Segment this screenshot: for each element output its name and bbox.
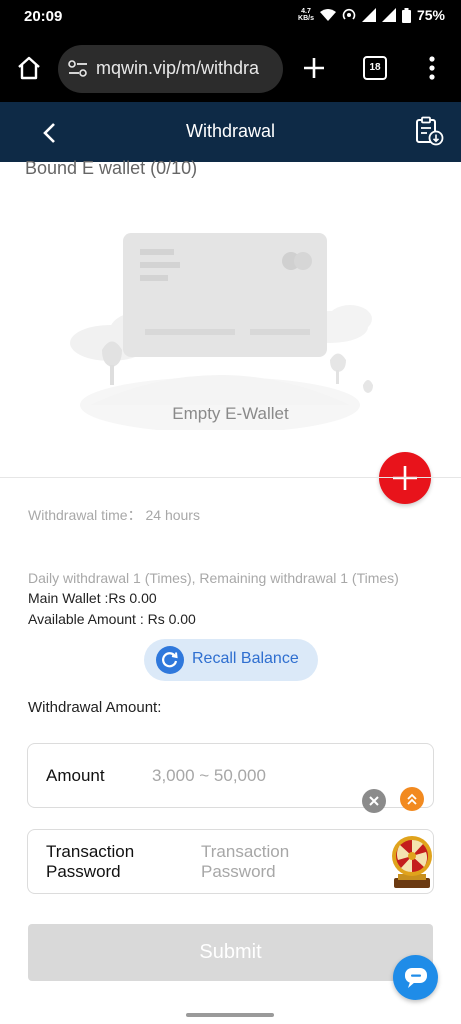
transaction-password-label: Transaction Password bbox=[46, 842, 135, 881]
status-time: 20:09 bbox=[24, 8, 63, 25]
record-download-icon[interactable] bbox=[414, 116, 444, 146]
site-settings-icon[interactable] bbox=[68, 60, 88, 78]
tab-switcher-icon[interactable]: 18 bbox=[363, 56, 387, 80]
chat-button[interactable] bbox=[393, 955, 438, 1000]
main-wallet-text: Main Wallet :Rs 0.00 bbox=[28, 590, 157, 606]
app-header: Withdrawal bbox=[0, 102, 461, 162]
add-ewallet-button[interactable] bbox=[379, 452, 431, 504]
prize-wheel-icon[interactable] bbox=[388, 834, 436, 890]
transaction-password-field[interactable]: Transaction Password Transaction Passwor… bbox=[27, 829, 434, 894]
add-icon bbox=[393, 466, 417, 490]
wifi-icon bbox=[319, 9, 336, 21]
browser-toolbar: mqwin.vip/m/withdra 18 bbox=[0, 36, 461, 102]
recall-balance-label: Recall Balance bbox=[192, 650, 299, 667]
amount-label: Amount bbox=[46, 766, 105, 785]
signal-icon-2 bbox=[381, 8, 396, 22]
hotspot-icon bbox=[342, 8, 356, 20]
withdrawal-amount-label: Withdrawal Amount: bbox=[28, 699, 162, 716]
submit-button[interactable]: Submit bbox=[28, 924, 433, 981]
page-title: Withdrawal bbox=[185, 121, 276, 141]
home-icon[interactable] bbox=[16, 56, 42, 80]
status-bar: 20:09 4.7 KB/s 75% bbox=[0, 0, 461, 36]
empty-ewallet-text: Empty E-Wallet bbox=[172, 404, 289, 423]
withdrawal-time-value: 24 hours bbox=[145, 507, 200, 523]
gesture-bar bbox=[186, 1013, 274, 1017]
battery-icon bbox=[401, 7, 411, 23]
overflow-menu-icon[interactable] bbox=[428, 56, 436, 80]
withdrawal-time-row: Withdrawal time： 24 hours bbox=[28, 505, 200, 525]
amount-input[interactable]: 3,000 ~ 50,000 bbox=[152, 766, 266, 786]
transaction-password-input[interactable]: Transaction Password bbox=[201, 842, 289, 882]
signal-icon bbox=[361, 8, 376, 22]
chat-icon bbox=[405, 968, 427, 988]
close-icon[interactable] bbox=[362, 789, 386, 813]
url-text: mqwin.vip/m/withdra bbox=[96, 58, 260, 78]
status-icons: 4.7 KB/s 75% bbox=[298, 7, 445, 23]
plus-icon[interactable] bbox=[303, 57, 325, 79]
net-speed: 4.7 KB/s bbox=[298, 8, 314, 22]
bound-ewallet-title: Bound E wallet (0/10) bbox=[25, 158, 198, 178]
daily-limit-text: Daily withdrawal 1 (Times), Remaining wi… bbox=[28, 570, 399, 586]
chevron-up-icon[interactable] bbox=[400, 787, 424, 811]
available-amount-text: Available Amount : Rs 0.00 bbox=[28, 611, 196, 627]
recall-balance-button[interactable]: Recall Balance bbox=[144, 639, 318, 681]
withdrawal-time-label: Withdrawal time： bbox=[28, 507, 142, 523]
card-illustration bbox=[70, 233, 373, 430]
battery-percent: 75% bbox=[416, 7, 445, 23]
section-divider bbox=[0, 477, 461, 478]
address-bar[interactable]: mqwin.vip/m/withdra bbox=[58, 45, 283, 93]
refresh-icon bbox=[156, 646, 184, 674]
